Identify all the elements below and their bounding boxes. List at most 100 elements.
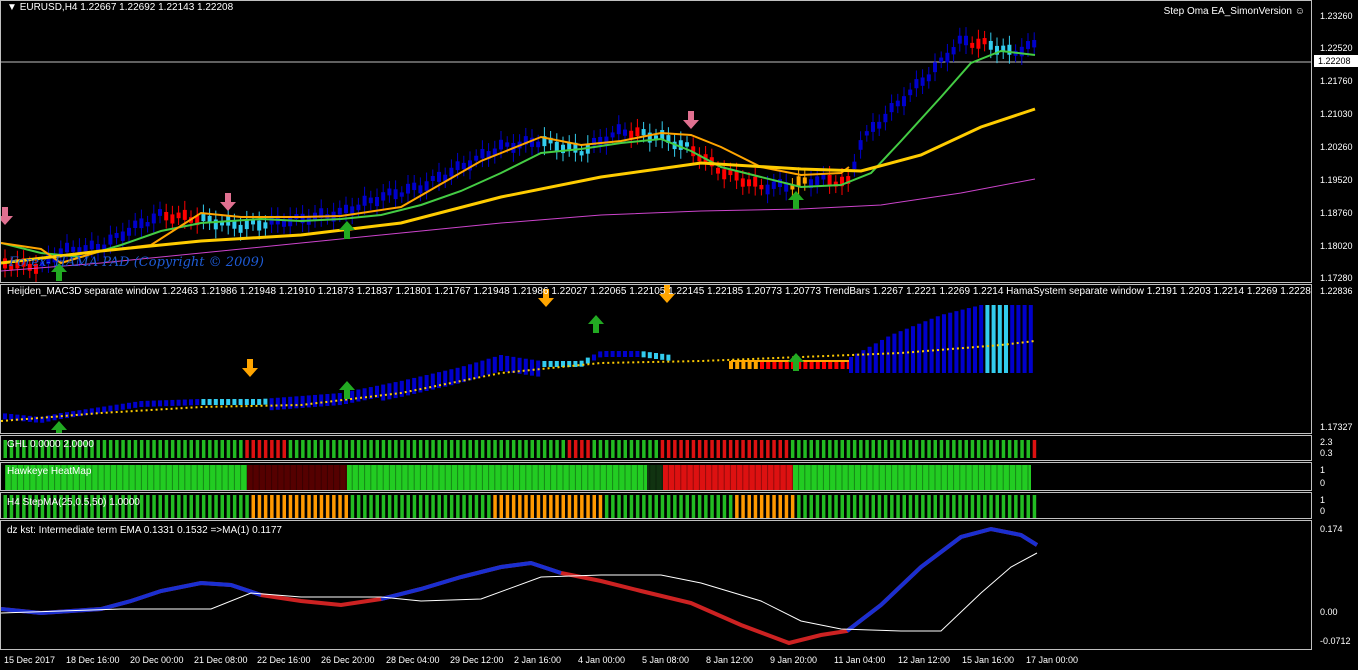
histogram-bar <box>929 318 934 373</box>
histogram-bar <box>220 399 224 405</box>
ghl-axis[interactable]: 2.3 0.3 <box>1312 435 1358 461</box>
candle-body <box>455 161 460 171</box>
candle-body <box>170 214 175 224</box>
histogram-bar <box>966 308 971 373</box>
sell-arrow-icon-shape <box>683 111 699 129</box>
stepma-bar <box>728 495 733 518</box>
candle-body <box>437 171 441 182</box>
heatmap-axis[interactable]: 1 0 <box>1312 462 1358 491</box>
ghl-bar <box>108 440 113 458</box>
buy-arrow-icon-shape <box>788 353 804 371</box>
ghl-bar <box>356 440 361 458</box>
ghl-bar <box>989 440 993 458</box>
histogram-bar <box>213 399 218 405</box>
histogram-bar <box>960 309 965 373</box>
histogram-bar <box>548 361 553 367</box>
candle-body <box>616 124 621 135</box>
stepma-bar <box>189 495 193 518</box>
chevron-down-icon[interactable]: ▼ <box>7 2 17 13</box>
kst-axis[interactable]: 0.174 0.00 -0.0712 <box>1312 520 1358 650</box>
histogram-bar <box>855 353 860 373</box>
time-axis-label: 15 Jan 16:00 <box>962 655 1015 665</box>
candle-body <box>753 176 758 187</box>
ghl-bar <box>815 440 820 458</box>
stepma-bar <box>1020 495 1024 518</box>
kst-pane[interactable]: dz kst: Intermediate term EMA 0.1331 0.1… <box>0 520 1312 650</box>
ghl-bar <box>902 440 906 458</box>
stepma-bar <box>611 495 615 518</box>
histogram-bar <box>251 399 255 405</box>
histogram-bar <box>741 361 746 369</box>
time-axis-label: 11 Jan 04:00 <box>834 655 886 665</box>
stepma-bar <box>294 495 299 518</box>
stepma-bar <box>282 495 286 518</box>
ghl-bar <box>759 440 764 458</box>
heatmap-segment <box>793 465 1031 490</box>
candle-body <box>282 220 286 227</box>
price-axis[interactable]: 1.23260 1.22520 1.21760 1.21030 1.20260 … <box>1312 0 1358 283</box>
candle-body <box>759 184 764 190</box>
candle-body <box>734 171 739 181</box>
stepma-bar <box>301 495 305 518</box>
main-chart-pane[interactable]: ▼ EURUSD,H4 1.22667 1.22692 1.22143 1.22… <box>0 0 1312 283</box>
histogram-bar <box>170 399 175 406</box>
histogram-bar <box>294 396 299 409</box>
stepma-bar <box>1026 495 1030 518</box>
kst-bull-segment <box>380 560 562 601</box>
candle-body <box>1019 46 1024 57</box>
stepma-bar <box>412 495 417 518</box>
stepma-bar <box>642 495 646 518</box>
sell-arrow-icon <box>242 359 258 377</box>
histogram-bar <box>629 351 634 357</box>
heijden-mac3d-pane[interactable]: Heijden_MAC3D separate window 1.22463 1.… <box>0 284 1312 434</box>
ghl-bar <box>592 440 596 458</box>
histogram-bar <box>654 353 658 359</box>
ghl-bar <box>970 440 975 458</box>
stepma-bar <box>735 495 739 518</box>
histogram-bar <box>766 361 771 369</box>
hawkeye-heatmap-pane[interactable]: Hawkeye HeatMap <box>0 462 1312 491</box>
ghl-bar <box>933 440 937 458</box>
ghl-pane[interactable]: GHL 0.0000 2.0000 <box>0 435 1312 461</box>
stepma-bar <box>592 495 596 518</box>
candle-body <box>182 209 187 220</box>
heijden-axis[interactable]: 1.22836 1.17327 <box>1312 284 1358 434</box>
ghl-bar <box>648 440 652 458</box>
ghl-bar <box>741 440 745 458</box>
histogram-bar <box>991 305 996 373</box>
candle-body <box>368 197 373 204</box>
stepma-pane[interactable]: H4 StepMA(25,0.5,50) 1.0000 <box>0 492 1312 519</box>
stepma-bar <box>772 495 776 518</box>
buy-arrow-icon <box>588 315 604 333</box>
time-axis[interactable]: 15 Dec 2017 18 Dec 16:00 20 Dec 00:00 21 De… <box>0 650 1312 670</box>
time-axis-label: 12 Jan 12:00 <box>898 655 951 665</box>
candle-body <box>399 192 404 197</box>
candle-body <box>610 132 615 138</box>
candle-body <box>238 224 243 233</box>
histogram-bar <box>468 364 472 381</box>
stepma-bar <box>493 495 497 518</box>
histogram-bar <box>337 393 342 406</box>
histogram-bar <box>406 379 410 396</box>
ghl-bar <box>914 440 919 458</box>
histogram-bar <box>195 399 200 406</box>
ghl-bar <box>344 440 348 458</box>
histogram-bar <box>158 400 162 407</box>
histogram-bar <box>393 382 398 399</box>
histogram-bar <box>399 380 404 397</box>
histogram-bar <box>880 339 884 373</box>
histogram-bar <box>232 399 237 405</box>
stepma-bar <box>518 495 522 518</box>
time-axis-label: 26 Dec 20:00 <box>321 655 375 665</box>
ghl-bar <box>983 440 987 458</box>
heatmap-title: Hawkeye HeatMap <box>7 466 92 477</box>
ghl-bar <box>170 440 175 458</box>
stepma-bar <box>394 495 398 518</box>
candle-body <box>387 188 392 196</box>
stepma-axis[interactable]: 1 0 <box>1312 492 1358 519</box>
candle-body <box>1026 41 1030 49</box>
ghl-bar <box>307 440 311 458</box>
stepma-bar <box>350 495 355 518</box>
stepma-bar <box>542 495 547 518</box>
histogram-bar <box>474 362 479 379</box>
